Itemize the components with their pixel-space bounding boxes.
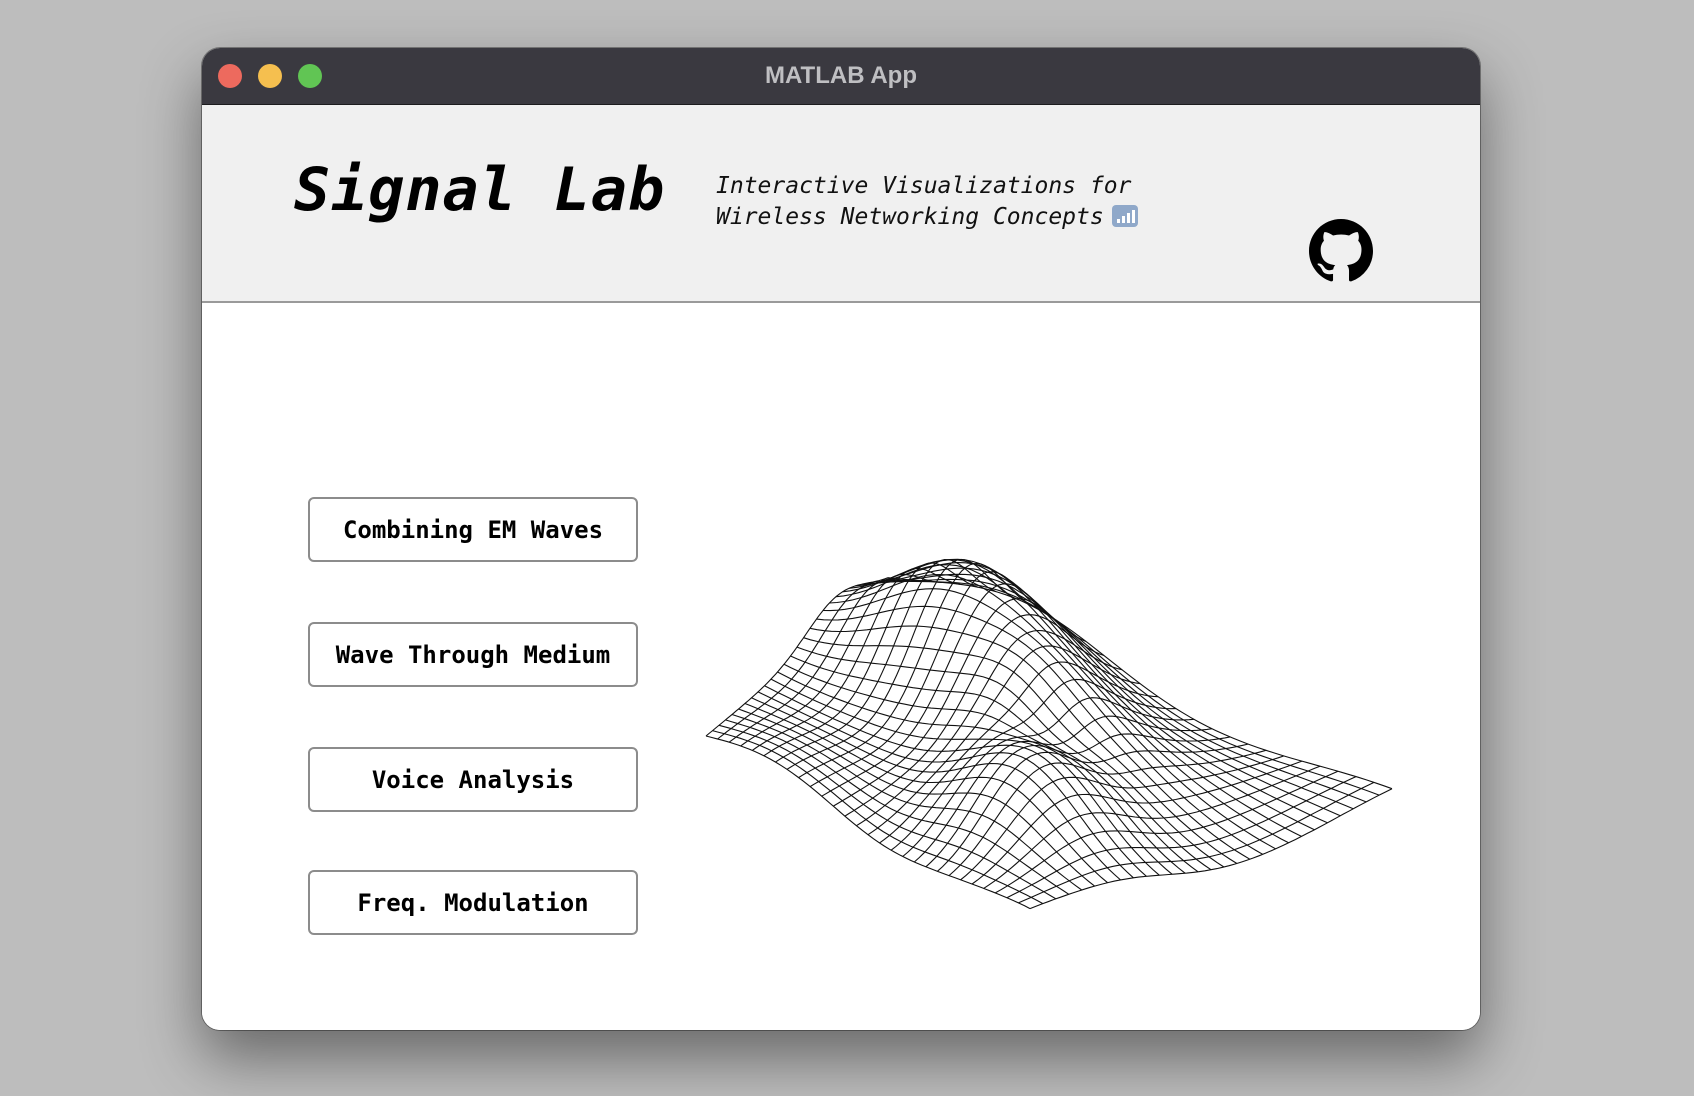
- mesh-line: [751, 567, 961, 751]
- wireframe-surface-icon: [705, 558, 1393, 910]
- mesh-line: [712, 730, 1044, 905]
- app-subtitle: Interactive Visualizations for Wireless …: [716, 171, 1138, 233]
- mesh-line: [829, 573, 1276, 850]
- app-window: MATLAB App Signal Lab Interactive Visual…: [202, 48, 1480, 1030]
- subtitle-line-2-row: Wireless Networking Concepts: [716, 202, 1138, 233]
- mesh-line: [744, 702, 1108, 884]
- app-header: Signal Lab Interactive Visualizations fo…: [202, 105, 1480, 303]
- mesh-line: [705, 735, 1031, 910]
- mesh-line: [913, 715, 1213, 863]
- app-title: Signal Lab: [294, 155, 666, 225]
- wave-through-medium-button[interactable]: Wave Through Medium: [308, 622, 638, 687]
- mesh-line: [960, 755, 1285, 881]
- signal-bars-icon: [1111, 205, 1138, 227]
- voice-analysis-button[interactable]: Voice Analysis: [308, 747, 638, 812]
- github-icon[interactable]: [1309, 219, 1373, 283]
- mesh-line: [717, 578, 907, 740]
- mesh-line: [809, 625, 1238, 864]
- main-content: Combining EM Waves Wave Through Medium V…: [202, 303, 1480, 1030]
- mesh-line: [874, 578, 1367, 803]
- window-title: MATLAB App: [765, 62, 917, 89]
- subtitle-line-1: Interactive Visualizations for: [716, 173, 1132, 199]
- freq-modulation-button[interactable]: Freq. Modulation: [308, 870, 638, 935]
- mesh-line: [890, 678, 1177, 851]
- subtitle-line-2: Wireless Networking Concepts: [716, 204, 1104, 230]
- combining-em-waves-button[interactable]: Combining EM Waves: [308, 497, 638, 562]
- mesh-line: [887, 577, 1393, 790]
- title-bar: MATLAB App: [202, 48, 1480, 105]
